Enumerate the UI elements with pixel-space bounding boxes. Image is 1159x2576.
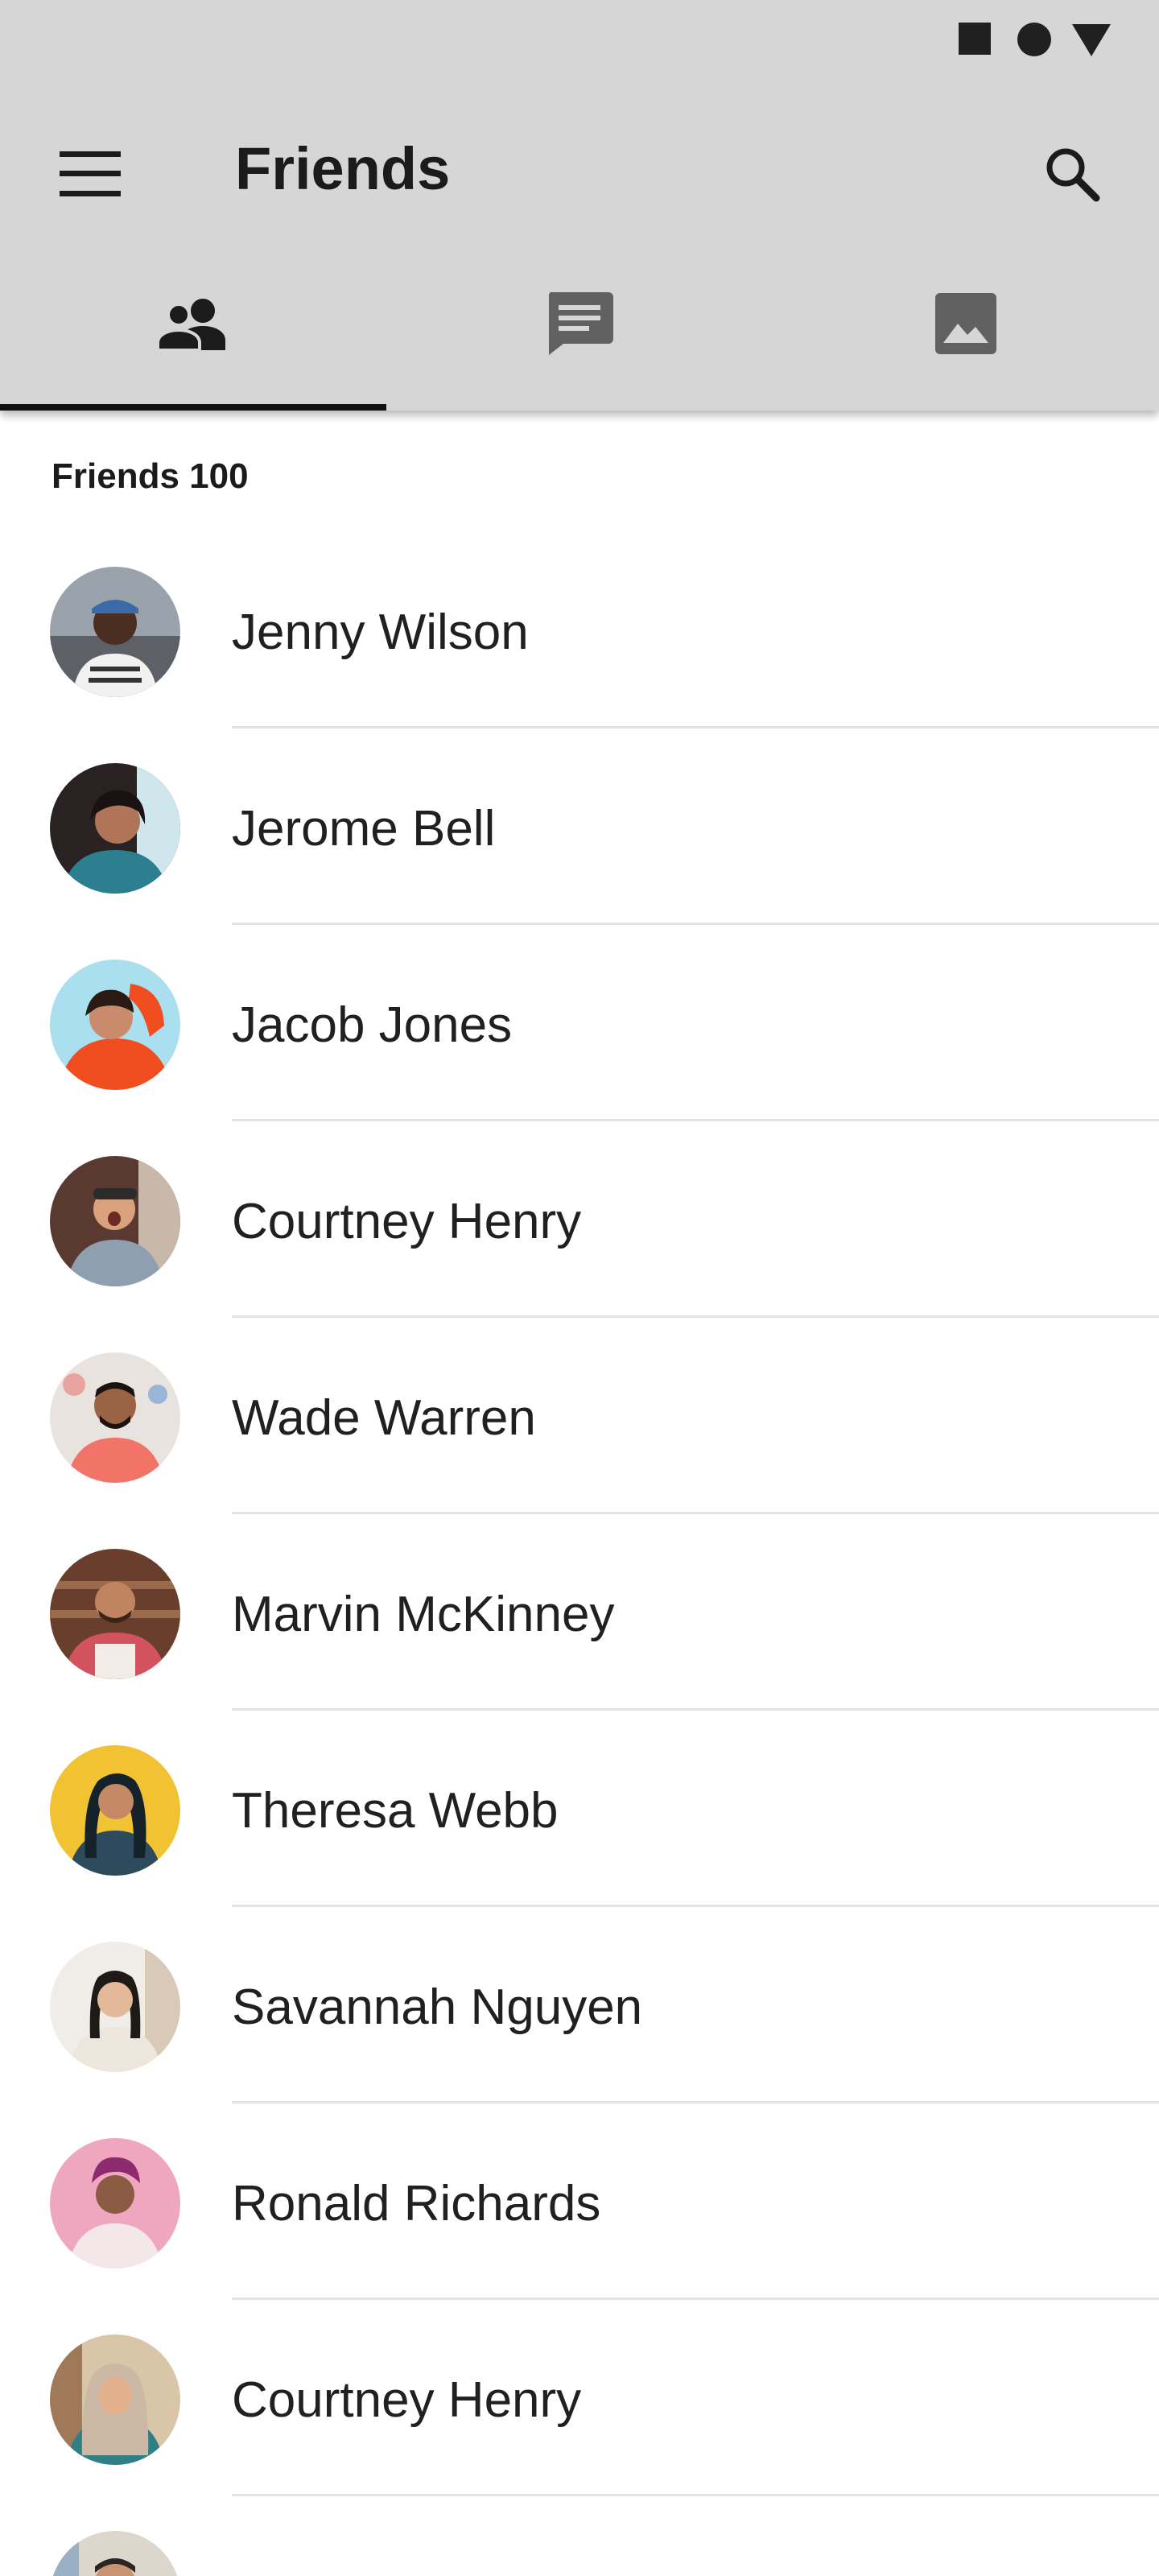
friend-row[interactable]: Savannah Nguyen — [0, 1906, 1159, 2103]
avatar — [50, 2531, 180, 2576]
friend-row[interactable]: Leslie Alexander — [0, 2496, 1159, 2576]
friend-name: Savannah Nguyen — [232, 1979, 643, 2035]
friend-name: Jacob Jones — [232, 997, 513, 1053]
avatar — [50, 763, 180, 894]
friend-name: Wade Warren — [232, 1390, 536, 1446]
friend-name: Ronald Richards — [232, 2176, 601, 2231]
tab-indicator — [0, 404, 386, 411]
avatar — [50, 1549, 180, 1679]
friend-row[interactable]: Wade Warren — [0, 1317, 1159, 1514]
tab-bar — [0, 258, 1159, 411]
friend-name: Courtney Henry — [232, 1194, 582, 1249]
friend-row[interactable]: Jerome Bell — [0, 728, 1159, 925]
triangle-icon — [1072, 24, 1111, 56]
avatar — [50, 1156, 180, 1286]
friend-name: Theresa Webb — [232, 1783, 559, 1839]
avatar — [50, 1352, 180, 1483]
friend-row[interactable]: Jenny Wilson — [0, 531, 1159, 729]
menu-icon — [60, 151, 121, 196]
people-icon — [156, 299, 225, 350]
friend-name: Leslie Alexander — [232, 2566, 598, 2576]
status-bar — [0, 0, 1159, 77]
app-bar: Friends — [0, 0, 1159, 411]
avatar — [50, 567, 180, 697]
friend-row[interactable]: Theresa Webb — [0, 1710, 1159, 1907]
friend-row[interactable]: Courtney Henry — [0, 2299, 1159, 2496]
tab-messages[interactable] — [386, 258, 773, 411]
friend-row[interactable]: Courtney Henry — [0, 1121, 1159, 1318]
friends-count-header: Friends 100 — [52, 456, 249, 496]
friend-name: Marvin McKinney — [232, 1587, 615, 1642]
toolbar: Friends — [0, 77, 1159, 258]
tab-photos[interactable] — [773, 258, 1159, 411]
menu-button[interactable] — [42, 126, 138, 222]
tab-friends[interactable] — [0, 258, 386, 411]
friend-name: Jerome Bell — [232, 801, 496, 857]
search-button[interactable] — [1024, 126, 1120, 222]
page-title: Friends — [235, 135, 451, 202]
search-icon — [1046, 148, 1100, 202]
square-icon — [959, 23, 991, 55]
avatar — [50, 2334, 180, 2465]
circle-icon — [1017, 23, 1051, 56]
friend-row[interactable]: Marvin McKinney — [0, 1513, 1159, 1711]
friend-row[interactable]: Ronald Richards — [0, 2103, 1159, 2300]
avatar — [50, 1942, 180, 2072]
avatar — [50, 2138, 180, 2268]
avatar — [50, 1745, 180, 1876]
message-icon — [548, 292, 613, 355]
friend-name: Courtney Henry — [232, 2372, 582, 2428]
friends-content: Friends 100 Jenny Wilson Jerome Bell Jac… — [0, 411, 1159, 2576]
friend-name: Jenny Wilson — [232, 605, 529, 660]
image-icon — [935, 293, 996, 354]
avatar — [50, 960, 180, 1090]
friend-row[interactable]: Jacob Jones — [0, 924, 1159, 1121]
friend-list: Jenny Wilson Jerome Bell Jacob Jones Cou… — [0, 531, 1159, 2576]
